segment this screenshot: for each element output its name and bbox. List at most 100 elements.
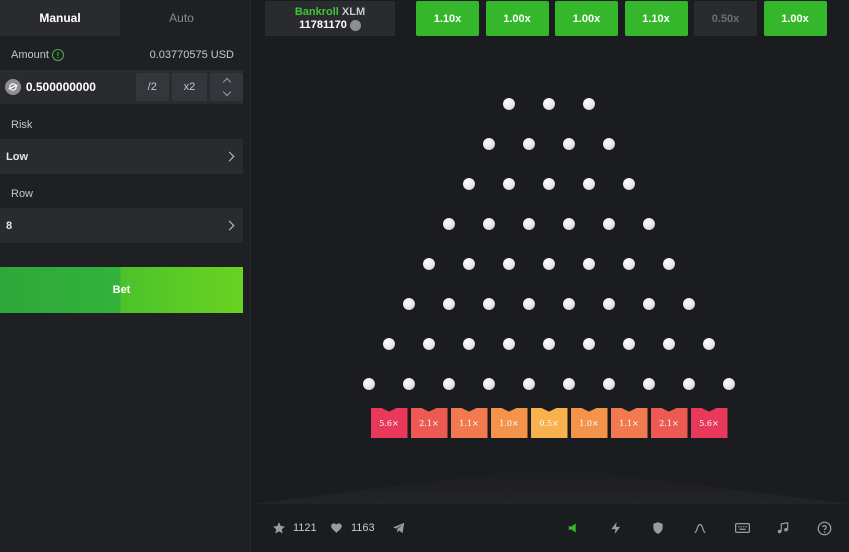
peg xyxy=(443,378,455,390)
peg xyxy=(363,378,375,390)
peg xyxy=(603,138,615,150)
likes-count: 1121 xyxy=(293,522,317,534)
double-amount-button[interactable]: x2 xyxy=(171,73,208,101)
half-amount-button[interactable]: /2 xyxy=(135,73,169,101)
history-result-badge[interactable]: 1.10x xyxy=(416,1,479,36)
peg xyxy=(603,298,615,310)
peg xyxy=(583,98,595,110)
hearts-stat[interactable]: 1163 xyxy=(330,521,375,535)
telegram-icon[interactable] xyxy=(391,520,407,536)
plinko-app: Manual Auto Amount ! 0.03770575 USD 0.50… xyxy=(0,0,849,552)
history-result-badge[interactable]: 0.50x xyxy=(694,1,757,36)
peg xyxy=(623,338,635,350)
bankroll-title: Bankroll XLM xyxy=(295,6,365,19)
peg xyxy=(543,98,555,110)
amount-label-wrap: Amount ! xyxy=(11,49,64,61)
multiplier-bucket: 2.1× xyxy=(650,408,688,438)
xlm-coin-icon xyxy=(349,19,361,31)
likes-stat[interactable]: 1121 xyxy=(272,521,317,535)
heart-icon xyxy=(331,523,342,534)
peg xyxy=(443,218,455,230)
peg xyxy=(543,178,555,190)
peg xyxy=(543,338,555,350)
history-result-badge[interactable]: 1.00x xyxy=(555,1,618,36)
peg xyxy=(483,378,495,390)
peg xyxy=(463,178,475,190)
row-label: Row xyxy=(11,188,34,200)
hearts-count: 1163 xyxy=(351,522,375,534)
risk-label: Risk xyxy=(11,119,33,131)
peg xyxy=(623,258,635,270)
peg xyxy=(663,338,675,350)
peg xyxy=(663,258,675,270)
bankroll-amount: 11781170 xyxy=(299,18,347,31)
amount-input-group: 0.500000000 /2 x2 xyxy=(0,70,243,104)
peg xyxy=(483,138,495,150)
multiplier-bucket: 5.6× xyxy=(370,408,408,438)
peg xyxy=(483,218,495,230)
peg xyxy=(503,98,515,110)
peg xyxy=(563,298,575,310)
amount-input[interactable]: 0.500000000 xyxy=(26,80,130,94)
peg xyxy=(583,178,595,190)
star-icon xyxy=(273,522,285,534)
peg xyxy=(683,298,695,310)
peg xyxy=(643,218,655,230)
peg xyxy=(423,258,435,270)
peg xyxy=(583,258,595,270)
peg xyxy=(523,298,535,310)
peg xyxy=(403,378,415,390)
peg xyxy=(583,338,595,350)
amount-usd-value: 0.03770575 USD xyxy=(149,49,234,61)
peg xyxy=(563,378,575,390)
peg xyxy=(523,378,535,390)
lightning-icon[interactable] xyxy=(608,520,624,536)
multiplier-bucket: 2.1× xyxy=(410,408,448,438)
peg xyxy=(603,378,615,390)
sound-icon[interactable] xyxy=(566,520,582,536)
keyboard-icon[interactable] xyxy=(734,520,750,536)
peg xyxy=(423,338,435,350)
bet-panel: Manual Auto Amount ! 0.03770575 USD 0.50… xyxy=(0,0,251,552)
chevron-right-icon xyxy=(224,220,235,231)
history-result-badge[interactable]: 1.00x xyxy=(763,1,827,36)
multiplier-bucket: 0.5× xyxy=(530,408,568,438)
peg xyxy=(603,218,615,230)
multiplier-bucket: 1.0× xyxy=(490,408,528,438)
info-icon[interactable]: ! xyxy=(51,49,64,61)
history-result-badge[interactable]: 1.00x xyxy=(485,1,549,36)
shield-icon[interactable] xyxy=(650,520,666,536)
chevron-down-icon[interactable] xyxy=(222,87,231,97)
row-select[interactable]: 8 xyxy=(0,208,243,243)
peg xyxy=(643,378,655,390)
amount-stepper[interactable] xyxy=(210,73,243,101)
risk-select[interactable]: Low xyxy=(0,139,243,174)
chevron-right-icon xyxy=(224,151,235,162)
chevron-up-icon[interactable] xyxy=(222,77,231,87)
help-icon[interactable] xyxy=(816,520,832,536)
peg xyxy=(723,378,735,390)
peg xyxy=(483,298,495,310)
bet-button[interactable]: Bet xyxy=(0,267,243,313)
plinko-board: 5.6× 2.1× 1.1× 1.0× 0.5× 1.0× 1.1× 2.1× 5.6× xyxy=(252,36,849,504)
row-value: 8 xyxy=(6,219,13,232)
music-icon[interactable] xyxy=(775,520,791,536)
history-result-badge[interactable]: 1.10x xyxy=(624,1,688,36)
peg xyxy=(383,338,395,350)
peg xyxy=(503,338,515,350)
tab-auto[interactable]: Auto xyxy=(120,0,243,36)
peg xyxy=(563,218,575,230)
peg xyxy=(463,338,475,350)
peg xyxy=(523,218,535,230)
risk-value: Low xyxy=(6,150,28,163)
peg xyxy=(643,298,655,310)
peg xyxy=(523,138,535,150)
peg xyxy=(503,178,515,190)
peg xyxy=(443,298,455,310)
peg xyxy=(403,298,415,310)
tab-manual[interactable]: Manual xyxy=(0,0,120,36)
chart-icon[interactable] xyxy=(692,520,708,536)
peg xyxy=(543,258,555,270)
bankroll-label: Bankroll xyxy=(294,5,339,18)
amount-header: Amount ! 0.03770575 USD xyxy=(11,49,234,61)
